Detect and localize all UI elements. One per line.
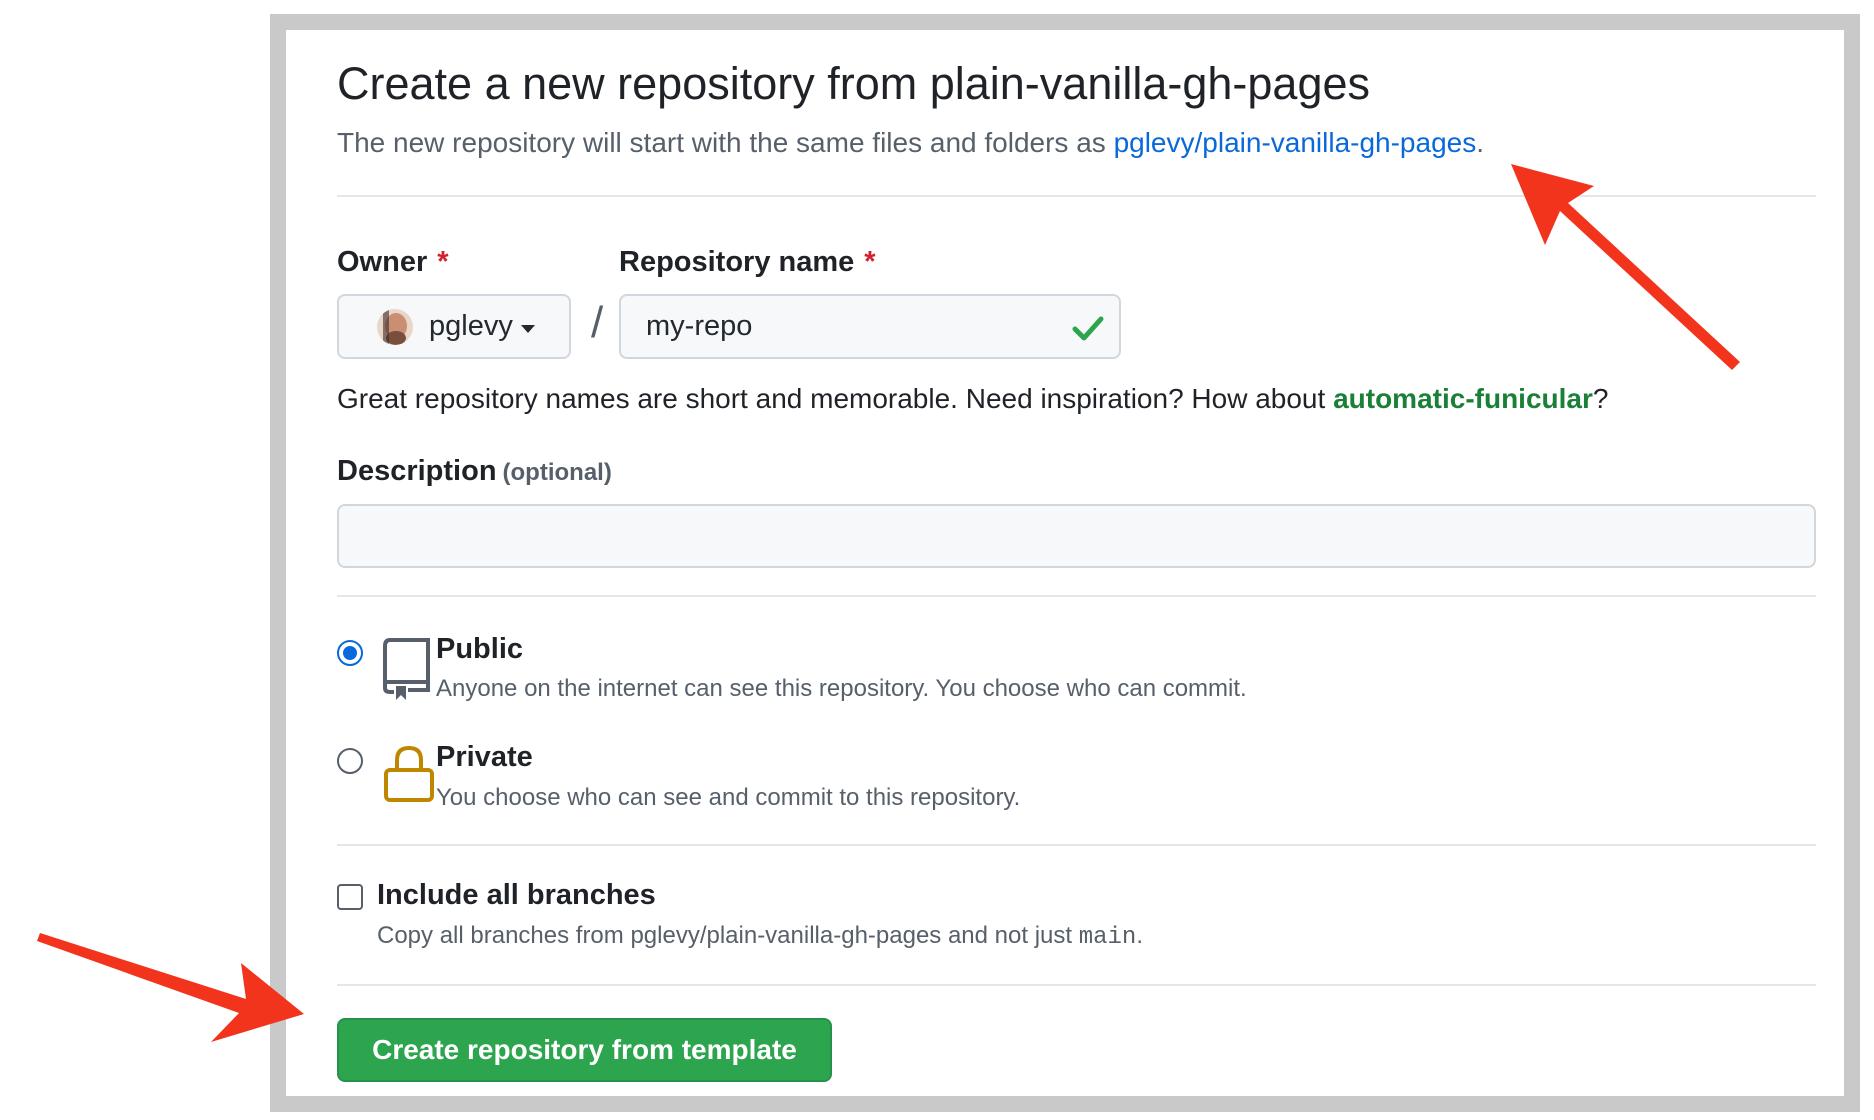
required-mark: *	[437, 246, 449, 278]
page-subtitle: The new repository will start with the s…	[337, 127, 1484, 159]
name-hint: Great repository names are short and mem…	[337, 383, 1608, 415]
annotation-arrow-icon	[37, 933, 304, 1042]
description-input[interactable]	[337, 504, 1816, 568]
template-repo-link[interactable]: pglevy/plain-vanilla-gh-pages	[1114, 127, 1477, 158]
owner-label-text: Owner	[337, 246, 428, 278]
avatar	[377, 308, 413, 345]
owner-label: Owner *	[337, 246, 449, 279]
divider	[337, 595, 1816, 597]
optional-tag: (optional)	[502, 459, 612, 486]
public-desc: Anyone on the internet can see this repo…	[436, 675, 1247, 702]
private-radio[interactable]	[337, 748, 363, 774]
repo-name-input[interactable]: my-repo	[619, 294, 1121, 359]
include-branches-label[interactable]: Include all branches	[377, 879, 656, 912]
hint-suffix: ?	[1592, 383, 1609, 414]
repo-name-label: Repository name *	[619, 246, 876, 279]
hint-text: Great repository names are short and mem…	[337, 383, 1334, 414]
branches-desc-suffix: .	[1136, 922, 1143, 949]
owner-repo-separator: /	[591, 298, 604, 347]
lock-icon	[382, 742, 436, 809]
description-label: Description (optional)	[337, 455, 612, 488]
repo-name-label-text: Repository name	[619, 246, 855, 278]
divider	[337, 844, 1816, 846]
branches-desc-text: Copy all branches from pglevy/plain-vani…	[377, 922, 1079, 949]
repo-name-value: my-repo	[646, 310, 753, 342]
description-label-text: Description	[337, 455, 497, 487]
subtitle-suffix: .	[1476, 127, 1485, 158]
chevron-down-icon	[520, 324, 535, 333]
divider	[337, 195, 1816, 197]
page-title: Create a new repository from plain-vanil…	[337, 58, 1371, 109]
check-icon	[1071, 311, 1105, 353]
include-branches-checkbox[interactable]	[337, 884, 363, 910]
include-branches-desc: Copy all branches from pglevy/plain-vani…	[377, 922, 1143, 951]
public-title: Public	[436, 633, 524, 665]
divider	[337, 984, 1816, 986]
create-repository-button[interactable]: Create repository from template	[337, 1018, 832, 1082]
required-mark: *	[864, 246, 876, 278]
dialog-frame: Create a new repository from plain-vanil…	[270, 14, 1860, 1112]
suggested-name-link[interactable]: automatic-funicular	[1333, 383, 1593, 414]
owner-dropdown[interactable]: pglevy	[337, 294, 571, 359]
public-radio[interactable]	[337, 640, 363, 666]
private-desc: You choose who can see and commit to thi…	[436, 784, 1021, 811]
owner-value: pglevy	[429, 310, 513, 342]
repo-public-icon	[382, 636, 434, 707]
branch-code: main	[1078, 924, 1137, 951]
subtitle-text: The new repository will start with the s…	[337, 127, 1114, 158]
private-title: Private	[436, 741, 533, 773]
